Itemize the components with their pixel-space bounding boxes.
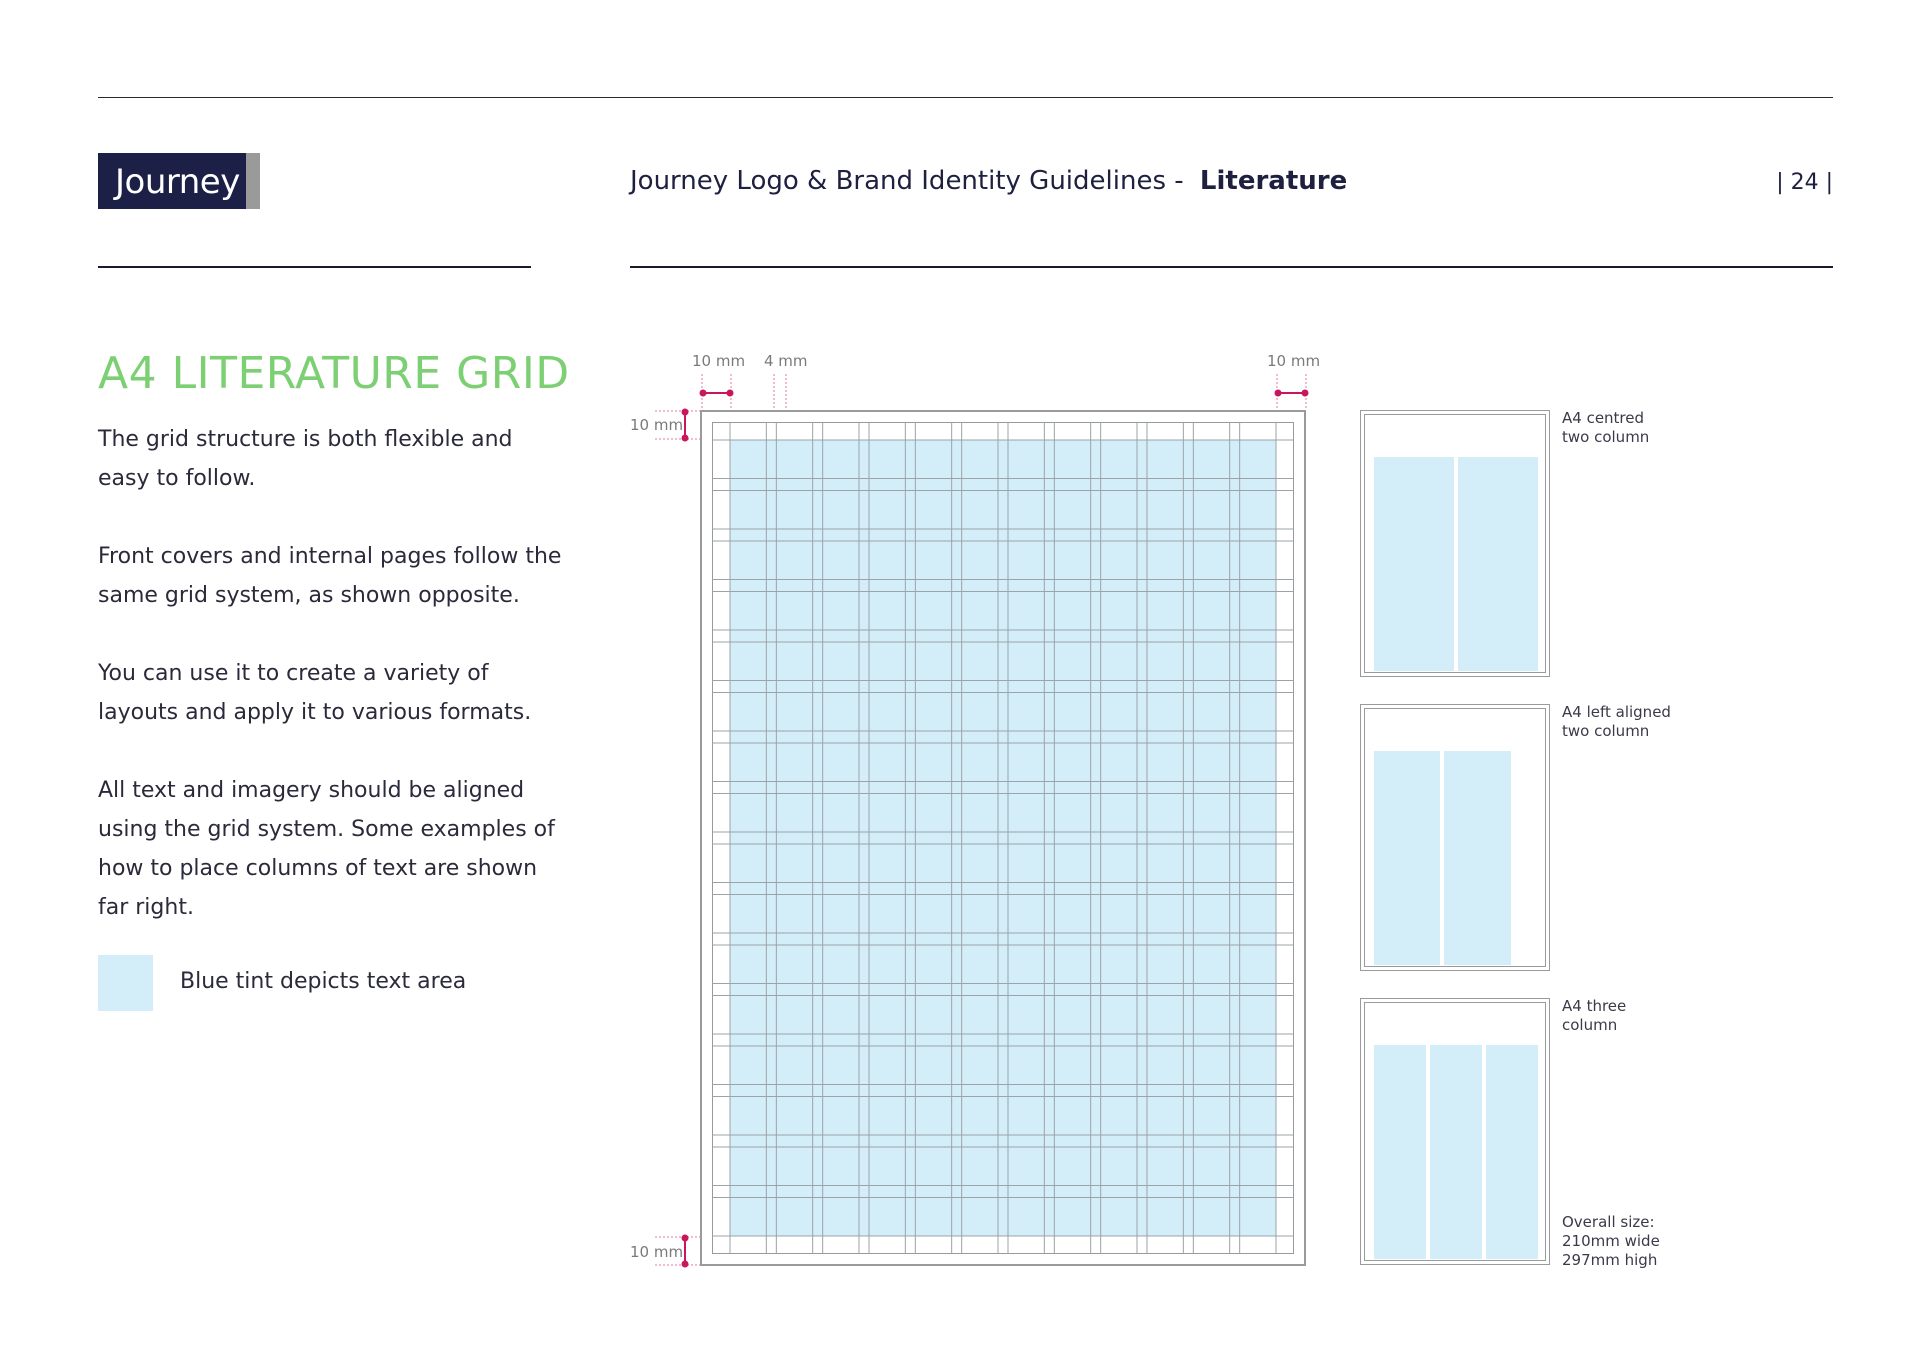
thumb-three-column: [1360, 998, 1550, 1265]
thumb-label-left-aligned: A4 left aligned two column: [1562, 703, 1671, 741]
thumb-column: [1486, 1045, 1538, 1259]
a4-grid-lines: [712, 422, 1294, 1254]
thumb-label-line: A4 left aligned: [1562, 703, 1671, 721]
overall-size-note: Overall size: 210mm wide 297mm high: [1562, 1213, 1660, 1270]
thumb-inner: [1364, 414, 1546, 673]
thumb-inner: [1364, 708, 1546, 967]
overall-size-line: Overall size:: [1562, 1213, 1655, 1231]
thumb-label-line: column: [1562, 1016, 1618, 1034]
thumb-column: [1374, 457, 1454, 671]
overall-size-line: 210mm wide: [1562, 1232, 1660, 1250]
thumb-column: [1374, 751, 1440, 965]
thumb-column: [1430, 1045, 1482, 1259]
thumb-column: [1458, 457, 1538, 671]
thumb-left-aligned-two-column: [1360, 704, 1550, 971]
thumb-label-centred: A4 centred two column: [1562, 409, 1649, 447]
thumb-label-line: two column: [1562, 428, 1650, 446]
thumb-centred-two-column: [1360, 410, 1550, 677]
thumb-column: [1444, 751, 1511, 965]
overall-size-line: 297mm high: [1562, 1251, 1658, 1269]
thumb-label-three-column: A4 three column: [1562, 997, 1626, 1035]
thumb-inner: [1364, 1002, 1546, 1261]
thumb-label-line: two column: [1562, 722, 1650, 740]
thumb-label-line: A4 three: [1562, 997, 1627, 1015]
thumb-label-line: A4 centred: [1562, 409, 1645, 427]
thumb-column: [1374, 1045, 1426, 1259]
